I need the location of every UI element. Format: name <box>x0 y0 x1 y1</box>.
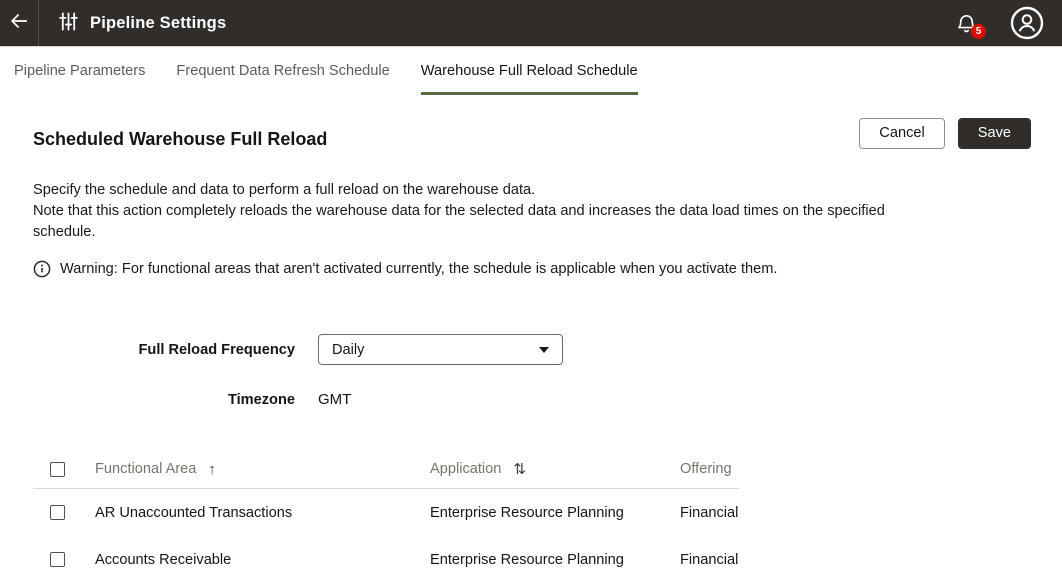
select-all-checkbox[interactable] <box>50 462 65 477</box>
frequency-selected-value: Daily <box>332 342 364 358</box>
frequency-dropdown[interactable]: Daily <box>318 334 563 365</box>
column-header-functional-area[interactable]: Functional Area ↑ <box>95 461 430 478</box>
table-header-row: Functional Area ↑ Application ⇅ Offering <box>33 450 739 489</box>
back-arrow-icon <box>8 10 30 36</box>
warning-text: Warning: For functional areas that aren'… <box>60 261 777 277</box>
notifications-button[interactable]: 5 <box>955 12 978 35</box>
table-row: AR Unaccounted Transactions Enterprise R… <box>33 489 739 536</box>
cell-functional-area: AR Unaccounted Transactions <box>95 505 430 521</box>
row-checkbox[interactable] <box>50 505 65 520</box>
main-content: Scheduled Warehouse Full Reload Cancel S… <box>0 118 1062 583</box>
timezone-label: Timezone <box>33 392 295 408</box>
tab-bar: Pipeline Parameters Frequent Data Refres… <box>0 46 1062 95</box>
header-actions: 5 <box>955 0 1062 46</box>
app-header: Pipeline Settings 5 <box>0 0 1062 46</box>
cell-offering: Financials <box>680 552 739 568</box>
description-line: schedule. <box>33 222 1031 243</box>
frequency-label: Full Reload Frequency <box>33 342 295 358</box>
user-avatar-button[interactable] <box>1010 6 1044 40</box>
timezone-value: GMT <box>318 391 351 408</box>
info-icon <box>33 260 51 278</box>
functional-area-table: Functional Area ↑ Application ⇅ Offering… <box>33 450 739 583</box>
app-brand: Pipeline Settings <box>39 0 226 46</box>
notification-count-badge: 5 <box>971 24 986 39</box>
sort-ascending-icon[interactable]: ↑ <box>208 461 216 478</box>
column-header-application[interactable]: Application ⇅ <box>430 460 680 478</box>
row-checkbox[interactable] <box>50 552 65 567</box>
action-buttons: Cancel Save <box>859 118 1031 149</box>
description-line: Specify the schedule and data to perform… <box>33 180 1031 201</box>
pipeline-sliders-icon <box>59 12 78 35</box>
description-line: Note that this action completely reloads… <box>33 201 1031 222</box>
chevron-down-icon <box>539 347 549 353</box>
save-button[interactable]: Save <box>958 118 1031 149</box>
section-heading: Scheduled Warehouse Full Reload <box>33 129 327 150</box>
timezone-row: Timezone GMT <box>33 391 1031 408</box>
column-header-offering[interactable]: Offering <box>680 461 739 477</box>
user-avatar-icon <box>1010 28 1044 44</box>
sort-both-icon[interactable]: ⇅ <box>513 460 526 478</box>
cell-functional-area: Accounts Receivable <box>95 552 430 568</box>
frequency-row: Full Reload Frequency Daily <box>33 334 1031 365</box>
table-row: Accounts Receivable Enterprise Resource … <box>33 536 739 583</box>
reload-form: Full Reload Frequency Daily Timezone GMT <box>33 334 1031 408</box>
cell-offering: Financials <box>680 505 739 521</box>
tab-pipeline-parameters[interactable]: Pipeline Parameters <box>14 63 145 95</box>
description-text: Specify the schedule and data to perform… <box>33 180 1031 243</box>
title-row: Scheduled Warehouse Full Reload Cancel S… <box>33 118 1031 150</box>
tab-frequent-data-refresh-schedule[interactable]: Frequent Data Refresh Schedule <box>176 63 389 95</box>
back-button[interactable] <box>0 0 39 46</box>
tab-warehouse-full-reload-schedule[interactable]: Warehouse Full Reload Schedule <box>421 63 638 95</box>
page-title: Pipeline Settings <box>90 14 226 33</box>
warning-message: Warning: For functional areas that aren'… <box>33 260 1031 278</box>
cancel-button[interactable]: Cancel <box>859 118 944 149</box>
cell-application: Enterprise Resource Planning <box>430 552 680 568</box>
cell-application: Enterprise Resource Planning <box>430 505 680 521</box>
